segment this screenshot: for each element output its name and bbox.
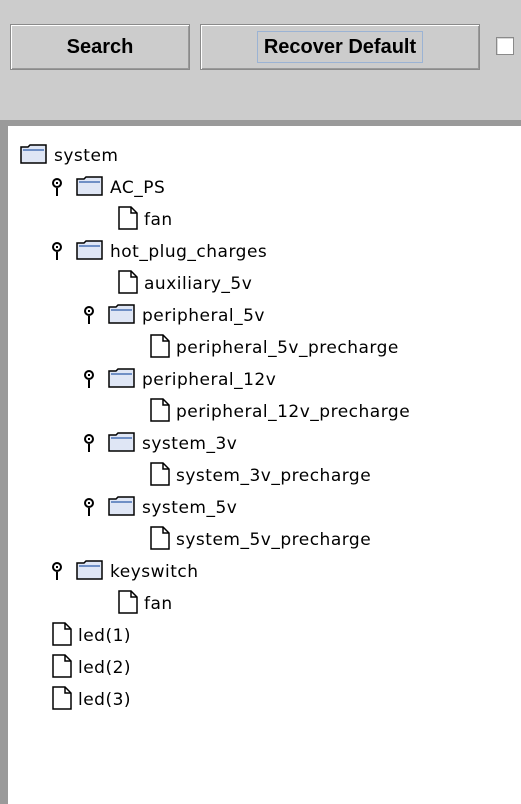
search-button-label: Search <box>66 35 134 58</box>
tree-node-led-2[interactable]: led(2) <box>52 652 131 684</box>
tree-node-keyswitch-fan[interactable]: fan <box>118 588 173 620</box>
toolbar: Search Recover Default <box>0 0 521 120</box>
folder-icon <box>108 367 136 394</box>
tree-node-label: peripheral_12v_precharge <box>176 402 411 422</box>
tree-node-label: AC_PS <box>110 178 166 198</box>
expand-handle-icon[interactable] <box>52 178 66 198</box>
expand-handle-icon[interactable] <box>84 306 98 326</box>
tree-node-keyswitch[interactable]: keyswitch <box>52 556 199 588</box>
expand-handle-icon[interactable] <box>52 242 66 262</box>
file-icon <box>118 205 138 235</box>
tree-node-label: system_5v_precharge <box>176 530 372 550</box>
tree-node-label: system <box>54 146 119 166</box>
tree-node-label: led(3) <box>78 690 132 710</box>
tree-node-label: system_5v <box>142 498 238 518</box>
tree-node-peripheral-5v-precharge[interactable]: peripheral_5v_precharge <box>150 332 399 364</box>
tree-node-fan[interactable]: fan <box>118 204 173 236</box>
tree-node-label: system_3v_precharge <box>176 466 372 486</box>
folder-icon <box>76 175 104 202</box>
expand-handle-icon[interactable] <box>84 434 98 454</box>
file-icon <box>150 461 170 491</box>
recover-default-button[interactable]: Recover Default <box>200 24 480 70</box>
file-icon <box>52 685 72 715</box>
tree-node-peripheral-12v-precharge[interactable]: peripheral_12v_precharge <box>150 396 410 428</box>
expand-handle-icon[interactable] <box>84 370 98 390</box>
tree-node-peripheral-12v[interactable]: peripheral_12v <box>84 364 276 396</box>
folder-icon <box>108 495 136 522</box>
file-icon <box>52 621 72 651</box>
folder-icon <box>108 303 136 330</box>
tree-node-system-3v[interactable]: system_3v <box>84 428 237 460</box>
tree-node-label: system_3v <box>142 434 238 454</box>
folder-icon <box>76 559 104 586</box>
folder-icon <box>76 239 104 266</box>
tree-node-peripheral-5v[interactable]: peripheral_5v <box>84 300 265 332</box>
tree-node-label: led(2) <box>78 658 132 678</box>
tree-node-system[interactable]: system <box>20 140 118 172</box>
tree-node-label: peripheral_5v <box>142 306 265 326</box>
tree-node-label: fan <box>144 594 173 614</box>
tree-node-system-5v-precharge[interactable]: system_5v_precharge <box>150 524 371 556</box>
checkbox[interactable] <box>496 37 514 55</box>
file-icon <box>52 653 72 683</box>
tree-node-system-3v-precharge[interactable]: system_3v_precharge <box>150 460 371 492</box>
file-icon <box>150 525 170 555</box>
tree-node-system-5v[interactable]: system_5v <box>84 492 237 524</box>
expand-handle-icon[interactable] <box>84 498 98 518</box>
file-icon <box>150 397 170 427</box>
folder-icon <box>108 431 136 458</box>
tree-node-ac-ps[interactable]: AC_PS <box>52 172 165 204</box>
file-icon <box>118 269 138 299</box>
tree-node-label: hot_plug_charges <box>110 242 268 262</box>
recover-default-label: Recover Default <box>256 31 424 63</box>
tree-node-label: peripheral_12v <box>142 370 277 390</box>
tree-node-label: peripheral_5v_precharge <box>176 338 399 358</box>
tree-node-label: led(1) <box>78 626 132 646</box>
tree-node-label: keyswitch <box>110 562 199 582</box>
file-icon <box>118 589 138 619</box>
tree-node-led-3[interactable]: led(3) <box>52 684 131 716</box>
expand-handle-icon[interactable] <box>52 562 66 582</box>
tree-node-led-1[interactable]: led(1) <box>52 620 131 652</box>
search-button[interactable]: Search <box>10 24 190 70</box>
tree-node-auxiliary-5v[interactable]: auxiliary_5v <box>118 268 252 300</box>
file-icon <box>150 333 170 363</box>
tree-node-hot-plug-charges[interactable]: hot_plug_charges <box>52 236 267 268</box>
tree-node-label: auxiliary_5v <box>144 274 253 294</box>
tree-node-label: fan <box>144 210 173 230</box>
folder-icon <box>20 143 48 170</box>
